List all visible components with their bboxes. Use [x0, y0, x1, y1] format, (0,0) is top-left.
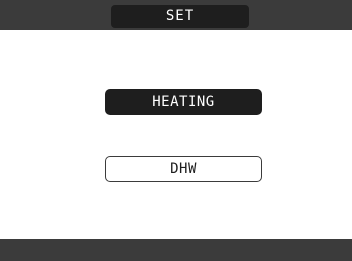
menu-item-heating[interactable]: HEATING — [105, 89, 262, 115]
screen-title: SET — [111, 5, 249, 28]
bottom-bar — [0, 239, 352, 261]
top-bar: SET — [0, 0, 352, 30]
device-screen: SET HEATING DHW — [0, 0, 352, 261]
menu-item-dhw[interactable]: DHW — [105, 156, 262, 182]
